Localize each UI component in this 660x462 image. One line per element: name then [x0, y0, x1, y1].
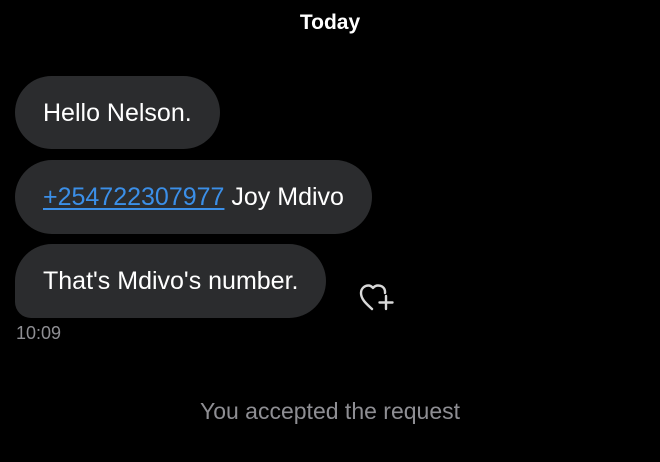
system-note: You accepted the request — [199, 398, 461, 424]
message-text: Joy Mdivo — [224, 183, 344, 211]
message-timestamp: 10:09 — [16, 323, 62, 343]
message-text: Hello Nelson. — [43, 98, 192, 127]
heart-plus-icon[interactable] — [358, 280, 398, 316]
message-text: That's Mdivo's number. — [43, 267, 299, 295]
phone-number-link[interactable]: +254722307977 — [43, 182, 224, 212]
message-thread: Today Hello Nelson. +254722307977 Joy Md… — [0, 0, 660, 462]
message-bubble[interactable]: Hello Nelson. — [15, 76, 220, 149]
message-bubble[interactable]: +254722307977 Joy Mdivo — [15, 160, 372, 234]
date-header: Today — [299, 11, 361, 34]
message-bubble[interactable]: That's Mdivo's number. — [15, 244, 327, 318]
